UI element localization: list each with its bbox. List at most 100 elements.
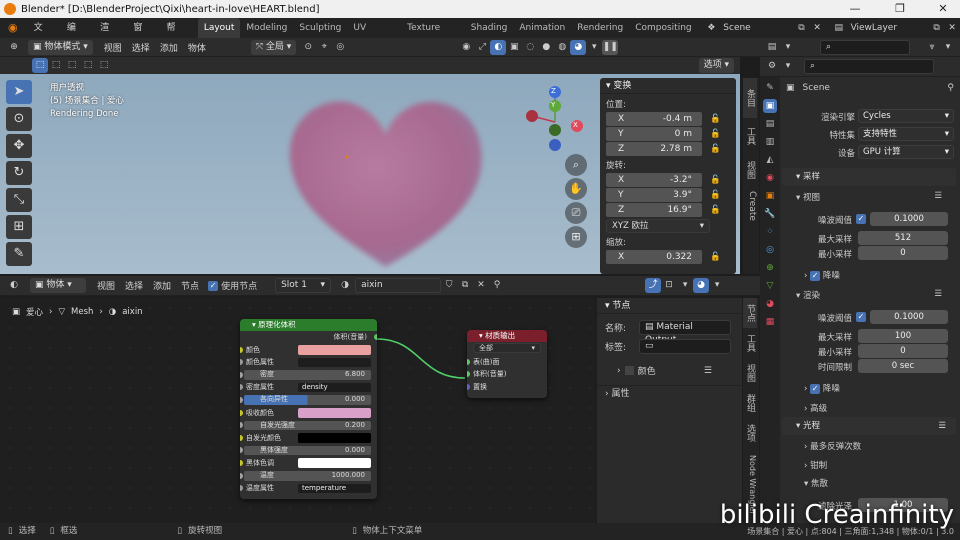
rotation-y-field[interactable]: Y 3.9°: [606, 188, 702, 202]
viewlayer-new-icon[interactable]: ⧉: [929, 21, 945, 36]
properties-search[interactable]: ⌕: [804, 59, 934, 74]
material-copy-icon[interactable]: ⧉: [457, 278, 473, 293]
shader-type-dropdown[interactable]: ▣ 物体 ▾: [30, 278, 86, 293]
vp-menu-view[interactable]: 视图: [99, 41, 127, 54]
location-z-field[interactable]: Z 2.78 m: [606, 142, 702, 156]
node-menu-add[interactable]: 添加: [148, 279, 176, 292]
select-mode-extend-icon[interactable]: ⬚: [48, 58, 64, 73]
tab-item[interactable]: 条目: [743, 78, 757, 118]
viewport-noise-checkbox[interactable]: ✓: [856, 214, 866, 224]
workspace-tab-4[interactable]: Texture Paint: [401, 18, 465, 53]
workspace-tab-0[interactable]: Layout: [197, 18, 241, 38]
volume-input-slider-10[interactable]: 温度 1000.000: [244, 471, 371, 481]
vp-menu-object[interactable]: 物体: [183, 41, 211, 54]
node-menu-node[interactable]: 节点: [176, 279, 204, 292]
lock-icon[interactable]: 🔓: [710, 129, 721, 139]
blender-menu-icon[interactable]: ◉: [0, 18, 26, 38]
color-list-icon[interactable]: ☰: [704, 366, 712, 376]
volume-input-value-5[interactable]: [298, 408, 371, 418]
material-delete-icon[interactable]: ✕: [473, 278, 489, 293]
lock-icon[interactable]: 🔓: [710, 205, 721, 215]
render-tab-icon[interactable]: ▣: [763, 99, 777, 113]
constraints-tab-icon[interactable]: ⊕: [763, 261, 777, 275]
snap-target-icon[interactable]: ⊡: [661, 278, 677, 293]
node-tree-icon[interactable]: ◕: [693, 278, 710, 293]
render-denoise-row[interactable]: › ✓ 降噪: [804, 382, 840, 394]
outliner-dropdown-icon[interactable]: ▾: [780, 40, 796, 55]
scene-browse-icon[interactable]: ❖: [704, 21, 720, 36]
render-subsection[interactable]: ▾ 渲染 ☰: [796, 289, 954, 301]
node-menu-view[interactable]: 视图: [92, 279, 120, 292]
menu-item-0[interactable]: 文件: [26, 18, 59, 53]
viewport-noise-field[interactable]: 0.1000: [870, 212, 948, 226]
material-shield-icon[interactable]: ⛉: [441, 278, 457, 293]
volume-input-socket-1[interactable]: [240, 359, 243, 366]
volume-input-socket-8[interactable]: [240, 447, 243, 454]
workspace-tab-7[interactable]: Rendering: [571, 18, 629, 38]
menu-item-2[interactable]: 渲染: [92, 18, 125, 53]
feature-set-dropdown[interactable]: 支持特性 ▾: [858, 127, 954, 141]
principled-volume-node[interactable]: ▾ 原理化体积 体积(音量) 颜色 颜色属性 密度 6.800 密度属性 density 各…: [240, 319, 377, 499]
navigation-gizmo[interactable]: Z Y X: [520, 82, 590, 152]
xray-icon[interactable]: ▣: [506, 40, 522, 55]
tab-create[interactable]: Create: [743, 186, 757, 226]
workspace-tab-5[interactable]: Shading: [465, 18, 514, 38]
data-tab-icon[interactable]: ▽: [763, 279, 777, 293]
outliner-type-icon[interactable]: ▤: [764, 40, 780, 55]
outliner-filter-icon[interactable]: ⩔: [924, 40, 940, 55]
properties-type-icon[interactable]: ⚙: [764, 59, 780, 74]
lock-icon[interactable]: 🔓: [710, 190, 721, 200]
lock-icon[interactable]: 🔓: [710, 175, 721, 185]
volume-input-slider-6[interactable]: 自发光强度 0.200: [244, 420, 371, 431]
render-noise-checkbox[interactable]: ✓: [856, 312, 866, 322]
viewport-presets-icon[interactable]: ☰: [934, 191, 942, 201]
max-bounces-subsection[interactable]: › 最多反弹次数: [804, 440, 861, 452]
breadcrumb-mesh[interactable]: Mesh: [71, 307, 93, 317]
volume-input-socket-9[interactable]: [240, 459, 243, 466]
vp-menu-add[interactable]: 添加: [155, 41, 183, 54]
tool-scale-icon[interactable]: ⤡: [6, 188, 32, 212]
viewlayer-icon[interactable]: ▤: [831, 21, 847, 36]
shading-wire-icon[interactable]: ◌: [522, 40, 538, 55]
material-browse-icon[interactable]: ◑: [337, 278, 353, 293]
tab-group[interactable]: 群组: [743, 388, 757, 418]
physics-tab-icon[interactable]: ◎: [763, 243, 777, 257]
volume-input-socket-4[interactable]: [240, 396, 243, 403]
proportional-icon[interactable]: ◎: [332, 40, 348, 55]
volume-input-slider-2[interactable]: 密度 6.800: [244, 370, 371, 380]
node-name-field[interactable]: ▤ Material Output: [639, 320, 731, 345]
device-dropdown[interactable]: GPU 计算 ▾: [858, 145, 954, 159]
pan-hand-icon[interactable]: ✋: [565, 178, 587, 200]
material-tab-icon[interactable]: ◕: [763, 297, 777, 311]
render-presets-icon[interactable]: ☰: [934, 289, 942, 299]
light-paths-presets-icon[interactable]: ☰: [938, 417, 946, 435]
output-target-dropdown[interactable]: 全部 ▾: [473, 343, 541, 353]
material-output-node[interactable]: ▾ 材质输出 全部 ▾ 表(曲)面 体积(音量) 置换: [467, 330, 547, 398]
volume-input-socket-3[interactable]: [240, 384, 243, 391]
gizmo-icon[interactable]: ⤢: [474, 40, 490, 55]
tool-rotate-icon[interactable]: ↻: [6, 161, 32, 185]
volume-input-value-3[interactable]: density: [298, 382, 371, 393]
viewlayer-tab-icon[interactable]: ▥: [763, 135, 777, 149]
scene-delete-icon[interactable]: ✕: [809, 21, 825, 36]
node-menu-select[interactable]: 选择: [120, 279, 148, 292]
volume-input-socket-10[interactable]: [240, 472, 243, 479]
render-max-field[interactable]: 100: [858, 329, 948, 343]
scene-new-icon[interactable]: ⧉: [794, 21, 810, 36]
render-min-field[interactable]: 0: [858, 344, 948, 358]
volume-output-socket[interactable]: [374, 334, 377, 340]
node-properties-header[interactable]: › 属性: [597, 385, 742, 401]
render-denoise-checkbox[interactable]: ✓: [810, 383, 821, 394]
volume-input-socket-0[interactable]: [240, 346, 243, 353]
snap-node-icon[interactable]: ⤴: [645, 278, 662, 293]
maximize-icon[interactable]: ❐: [885, 0, 915, 18]
pause-render-icon[interactable]: ❚❚: [602, 39, 619, 55]
properties-dropdown-icon[interactable]: ▾: [780, 59, 796, 74]
material-name-field[interactable]: aixin: [355, 278, 442, 293]
volume-input-value-1[interactable]: [298, 357, 371, 368]
outliner-search[interactable]: ⌕: [820, 39, 910, 55]
node-editor-canvas[interactable]: ▣ 爱心 › ▽ Mesh › ◑ aixin ▾ 原理化体积 体积(音量) 颜…: [0, 298, 595, 523]
output-tab-icon[interactable]: ▤: [763, 117, 777, 131]
tool-cursor-icon[interactable]: ⊙: [6, 107, 32, 131]
select-mode-invert-icon[interactable]: ⬚: [80, 58, 96, 73]
